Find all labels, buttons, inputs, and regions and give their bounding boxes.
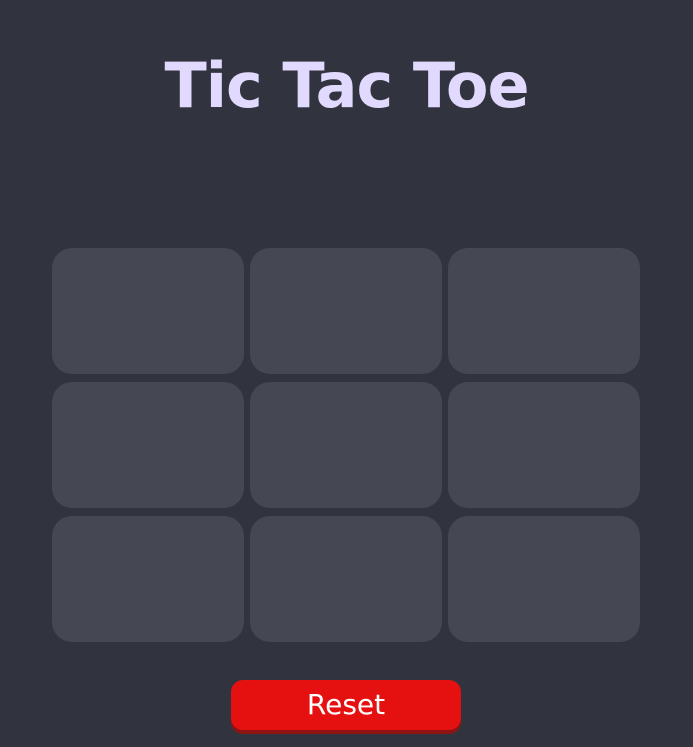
board-cell-4[interactable] xyxy=(52,382,244,508)
board-cell-3[interactable] xyxy=(448,248,640,374)
board-cell-1[interactable] xyxy=(52,248,244,374)
reset-button[interactable]: Reset xyxy=(231,680,461,730)
board-cell-2[interactable] xyxy=(250,248,442,374)
board-cell-9[interactable] xyxy=(448,516,640,642)
game-board xyxy=(52,248,640,642)
game-title: Tic Tac Toe xyxy=(164,49,529,122)
board-cell-8[interactable] xyxy=(250,516,442,642)
board-cell-6[interactable] xyxy=(448,382,640,508)
board-cell-7[interactable] xyxy=(52,516,244,642)
board-cell-5[interactable] xyxy=(250,382,442,508)
